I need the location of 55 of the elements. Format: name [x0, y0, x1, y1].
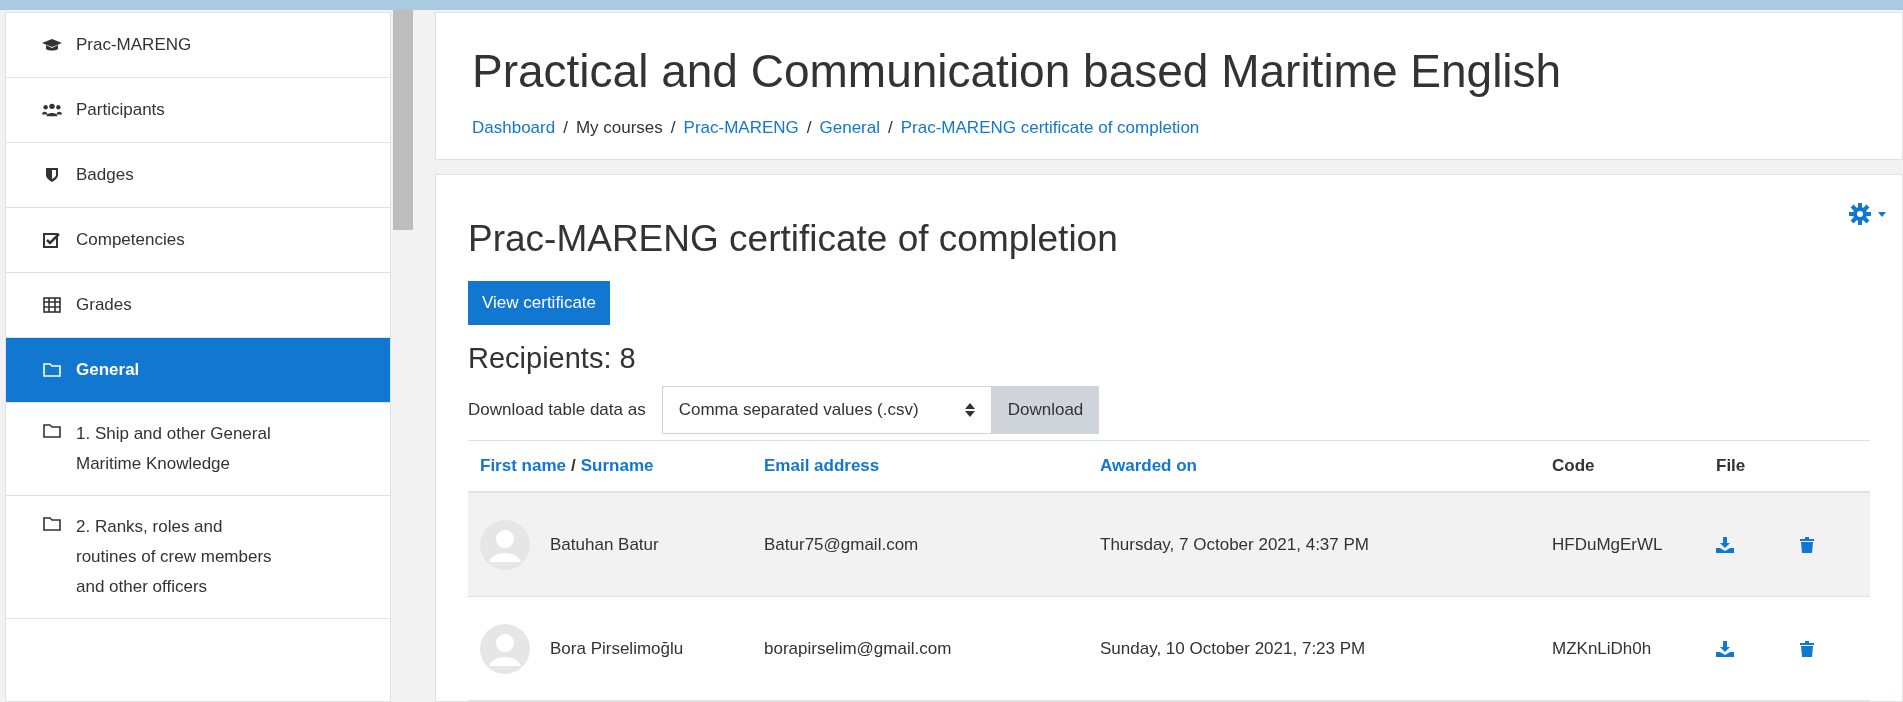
- trash-icon[interactable]: [1800, 640, 1814, 657]
- email-cell: borapirselim@gmail.com: [764, 638, 952, 658]
- sidebar-item[interactable]: Competencies: [6, 208, 390, 273]
- breadcrumb-separator: /: [806, 116, 812, 139]
- email-cell: Batur75@gmail.com: [764, 534, 919, 554]
- breadcrumb-separator: /: [670, 116, 676, 139]
- download-icon[interactable]: [1716, 640, 1734, 657]
- download-label: Download table data as: [468, 399, 646, 422]
- awarded-date: Sunday, 10 October 2021, 7:23 PM: [1100, 638, 1366, 658]
- awarded-date: Thursday, 7 October 2021, 4:37 PM: [1100, 534, 1369, 554]
- column-sort-link[interactable]: Awarded on: [1100, 456, 1197, 476]
- shield-icon: [45, 167, 59, 183]
- avatar-icon: [480, 623, 530, 674]
- column-sort-link[interactable]: First name: [480, 453, 566, 479]
- certificate-code: HFDuMgErWL: [1552, 534, 1663, 554]
- recipients-count: Recipients: 8: [468, 340, 637, 376]
- column-header: /: [571, 455, 576, 478]
- breadcrumb-link[interactable]: Prac-MARENG: [683, 114, 799, 140]
- breadcrumb-separator: /: [888, 116, 893, 139]
- column-header: File: [1716, 456, 1746, 476]
- checkbox-icon: [43, 232, 61, 248]
- breadcrumb-text: My courses: [575, 116, 663, 139]
- course-title: Practical and Communication based Maritime English: [472, 44, 1563, 99]
- breadcrumb-link[interactable]: Dashboard: [472, 114, 556, 140]
- select-arrow-icon: [964, 403, 975, 417]
- table-icon: [43, 297, 61, 313]
- trash-icon[interactable]: [1800, 536, 1814, 553]
- graduation-cap-icon: [42, 37, 62, 53]
- breadcrumb-separator: /: [563, 116, 568, 139]
- column-sort-link[interactable]: Surname: [580, 453, 654, 479]
- folder-icon: [43, 423, 61, 439]
- breadcrumb-link[interactable]: Prac-MARENG certificate of completion: [900, 114, 1200, 140]
- certificate-title: Prac-MARENG certificate of completion: [468, 217, 1119, 261]
- settings-icon[interactable]: [1848, 201, 1888, 227]
- sidebar-item[interactable]: Badges: [6, 143, 390, 208]
- folder-icon: [43, 362, 61, 378]
- sidebar-item[interactable]: 1. Ship and other General Maritime Knowledge: [6, 403, 390, 496]
- column-header: Code: [1552, 456, 1595, 476]
- view-certificate-button[interactable]: View certificate: [468, 280, 610, 325]
- sidebar-item[interactable]: Participants: [6, 78, 390, 143]
- users-icon: [42, 102, 62, 118]
- recipient-name: Bora Pirselimoğlu: [550, 637, 684, 660]
- breadcrumb-link[interactable]: General: [819, 114, 880, 140]
- sidebar-item[interactable]: General: [6, 338, 390, 403]
- column-sort-link[interactable]: Email address: [764, 456, 880, 476]
- format-select[interactable]: Comma separated values (.csv): [661, 386, 992, 434]
- scrollbar-thumb[interactable]: [393, 10, 413, 230]
- download-icon[interactable]: [1716, 536, 1734, 553]
- avatar-icon: [480, 519, 530, 570]
- folder-icon: [43, 516, 61, 532]
- sidebar-item[interactable]: Prac-MARENG: [6, 13, 390, 78]
- sidebar-item[interactable]: 2. Ranks, roles and routines of crew members and other officers: [6, 496, 390, 619]
- certificate-code: MZKnLiDh0h: [1552, 638, 1652, 658]
- download-button[interactable]: Download: [991, 386, 1100, 434]
- recipient-name: Batuhan Batur: [550, 533, 659, 556]
